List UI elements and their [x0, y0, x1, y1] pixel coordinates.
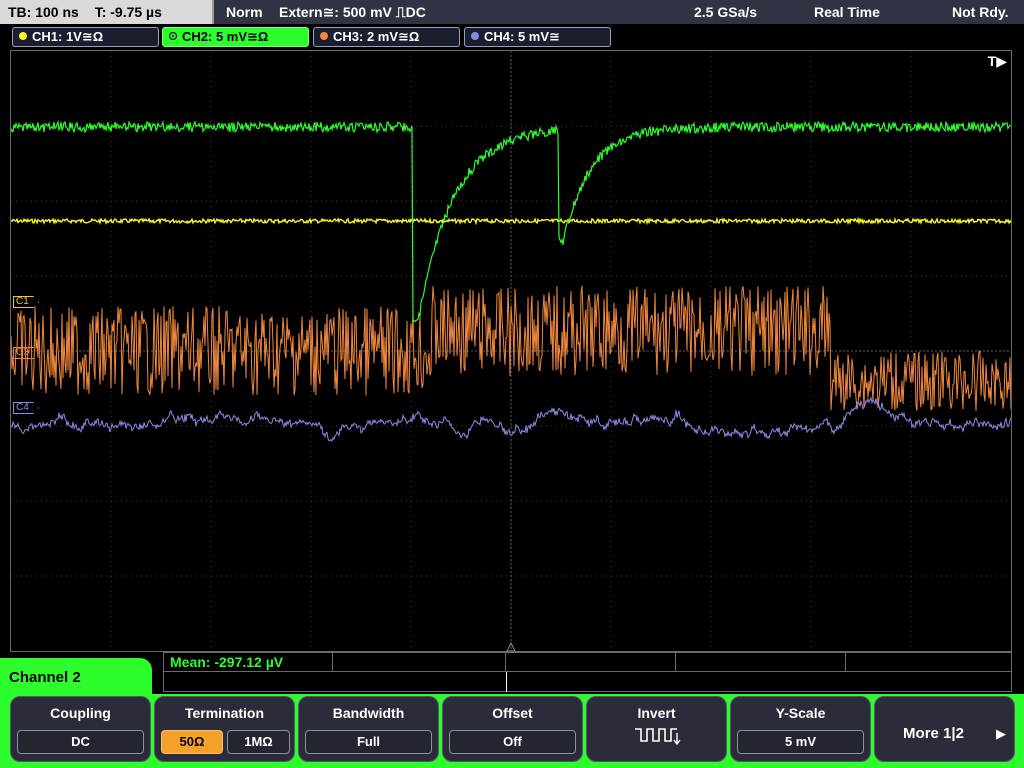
y-scale-value[interactable]: 5 mV: [737, 730, 864, 754]
y-scale-title: Y-Scale: [775, 705, 826, 721]
invert-title: Invert: [637, 705, 676, 721]
measurement-cell: [506, 653, 676, 672]
acquisition-state: Not Rdy.: [952, 4, 1009, 20]
ch2-label: CH2: 5 mV≅Ω: [182, 29, 269, 44]
offset-softkey[interactable]: Offset Off: [442, 696, 583, 762]
channel-tab-ch4[interactable]: CH4: 5 mV≅: [464, 27, 611, 47]
menu-title: Channel 2: [0, 658, 152, 698]
coupling-title: Coupling: [50, 705, 111, 721]
measurement-panel: Mean: -297.12 µV: [163, 652, 1012, 692]
timebase-box[interactable]: TB: 100 ns T: -9.75 µs: [0, 0, 214, 24]
acquisition-mode: Real Time: [814, 4, 880, 20]
measurement-cell: [333, 653, 506, 672]
more-label: More 1|2: [903, 725, 964, 742]
trigger-mode[interactable]: Norm: [226, 0, 263, 24]
waveform-display[interactable]: T▶ C1 C3 C4: [10, 50, 1012, 652]
status-bar: TB: 100 ns T: -9.75 µs Norm Extern≅: 500…: [0, 0, 1024, 24]
softkey-bar: Coupling DC Termination 50Ω 1MΩ Bandwidt…: [0, 694, 1024, 768]
termination-1mohm-option[interactable]: 1MΩ: [227, 730, 290, 754]
invert-softkey[interactable]: Invert: [586, 696, 727, 762]
channel-tab-ch1[interactable]: CH1: 1V≅Ω: [12, 27, 159, 47]
channel-tab-ch3[interactable]: CH3: 2 mV≅Ω: [313, 27, 460, 47]
bandwidth-value[interactable]: Full: [305, 730, 432, 754]
bandwidth-title: Bandwidth: [332, 705, 405, 721]
timebase-value: TB: 100 ns: [8, 4, 79, 20]
termination-title: Termination: [184, 705, 265, 721]
trigger-source[interactable]: Extern≅: 500 mV ⎍DC: [279, 0, 426, 24]
measurement-cell: [846, 653, 1012, 672]
mean-measurement: Mean: -297.12 µV: [170, 654, 284, 670]
ch4-color-dot: [471, 32, 479, 40]
coupling-softkey[interactable]: Coupling DC: [10, 696, 151, 762]
ch1-label: CH1: 1V≅Ω: [32, 29, 104, 44]
ch1-color-dot: [19, 32, 27, 40]
ch3-color-dot: [320, 32, 328, 40]
measurement-divider: [506, 672, 507, 692]
trigger-time-value: T: -9.75 µs: [94, 4, 162, 20]
offset-value[interactable]: Off: [449, 730, 576, 754]
measurement-cell: [676, 653, 846, 672]
channel-tabs: CH1: 1V≅Ω CH2: 5 mV≅Ω CH3: 2 mV≅Ω CH4: 5…: [0, 26, 1024, 48]
termination-softkey[interactable]: Termination 50Ω 1MΩ: [154, 696, 295, 762]
inverted-square-wave-icon: [634, 728, 681, 746]
ch2-color-dot: [169, 32, 177, 40]
y-scale-softkey[interactable]: Y-Scale 5 mV: [730, 696, 871, 762]
coupling-value[interactable]: DC: [17, 730, 144, 754]
termination-50ohm-option[interactable]: 50Ω: [161, 730, 223, 754]
more-softkey[interactable]: More 1|2 ▶: [874, 696, 1015, 762]
waveform-canvas: [11, 51, 1011, 651]
sample-rate: 2.5 GSa/s: [694, 4, 758, 20]
ch3-label: CH3: 2 mV≅Ω: [333, 29, 420, 44]
bandwidth-softkey[interactable]: Bandwidth Full: [298, 696, 439, 762]
ch4-label: CH4: 5 mV≅: [484, 29, 560, 44]
trigger-position-marker[interactable]: T▶: [988, 53, 1007, 70]
arrow-right-icon: ▶: [996, 726, 1006, 741]
channel-tab-ch2[interactable]: CH2: 5 mV≅Ω: [162, 27, 309, 47]
offset-title: Offset: [492, 705, 533, 721]
